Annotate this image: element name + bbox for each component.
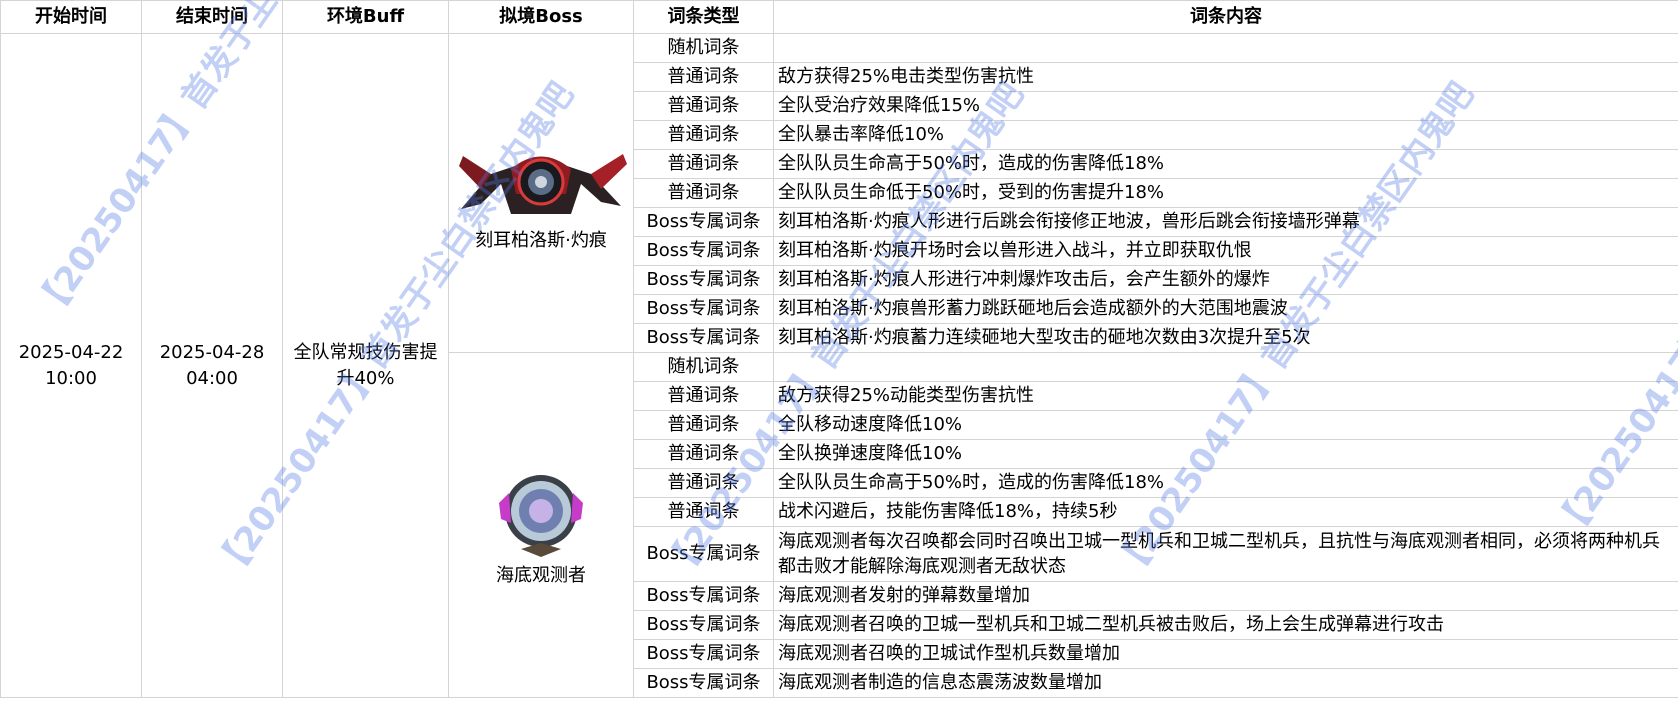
modifier-type: Boss专属词条 xyxy=(633,323,774,353)
header-modifier-content: 词条内容 xyxy=(773,0,1678,34)
header-env-buff: 环境Buff xyxy=(282,0,449,34)
modifier-content xyxy=(773,352,1678,382)
modifier-content: 刻耳柏洛斯·灼痕人形进行后跳会衔接修正地波，兽形后跳会衔接墙形弹幕 xyxy=(773,207,1678,237)
modifier-content: 刻耳柏洛斯·灼痕兽形蓄力跳跃砸地后会造成额外的大范围地震波 xyxy=(773,294,1678,324)
modifier-content: 海底观测者召唤的卫城试作型机兵数量增加 xyxy=(773,639,1678,669)
modifier-type: 普通词条 xyxy=(633,381,774,411)
robot-boss-icon xyxy=(451,134,631,224)
boss-name-1: 刻耳柏洛斯·灼痕 xyxy=(475,230,607,251)
modifier-content: 敌方获得25%电击类型伤害抗性 xyxy=(773,62,1678,92)
modifier-type: 普通词条 xyxy=(633,91,774,121)
modifier-content: 全队换弹速度降低10% xyxy=(773,439,1678,469)
modifier-type: 普通词条 xyxy=(633,62,774,92)
modifier-content: 海底观测者每次召唤都会同时召唤出卫城一型机兵和卫城二型机兵，且抗性与海底观测者相… xyxy=(773,526,1678,582)
header-modifier-type: 词条类型 xyxy=(633,0,774,34)
modifier-type: 普通词条 xyxy=(633,178,774,208)
modifier-type: 普通词条 xyxy=(633,439,774,469)
modifier-table: 开始时间 结束时间 环境Buff 拟境Boss 词条类型 词条内容 2025-0… xyxy=(0,0,1678,698)
header-end-time: 结束时间 xyxy=(141,0,283,34)
modifier-type: Boss专属词条 xyxy=(633,610,774,640)
modifier-content: 全队队员生命高于50%时，造成的伤害降低18% xyxy=(773,149,1678,179)
boss-cell-2: 海底观测者 xyxy=(448,352,634,698)
modifier-content: 刻耳柏洛斯·灼痕人形进行冲刺爆炸攻击后，会产生额外的爆炸 xyxy=(773,265,1678,295)
modifier-content: 战术闪避后，技能伤害降低18%，持续5秒 xyxy=(773,497,1678,527)
modifier-type: Boss专属词条 xyxy=(633,526,774,582)
modifier-content: 全队移动速度降低10% xyxy=(773,410,1678,440)
modifier-content: 海底观测者制造的信息态震荡波数量增加 xyxy=(773,668,1678,698)
modifier-type: Boss专属词条 xyxy=(633,581,774,611)
boss-name-2: 海底观测者 xyxy=(496,565,586,586)
modifier-type: 普通词条 xyxy=(633,468,774,498)
modifier-content: 海底观测者发射的弹幕数量增加 xyxy=(773,581,1678,611)
table-row: 2025-04-22 10:00 2025-04-28 04:00 全队常规技伤… xyxy=(0,33,1678,698)
env-buff-cell: 全队常规技伤害提升40% xyxy=(282,33,449,698)
modifier-type: 普通词条 xyxy=(633,120,774,150)
modifier-content: 全队受治疗效果降低15% xyxy=(773,91,1678,121)
modifier-type: Boss专属词条 xyxy=(633,236,774,266)
modifier-type: Boss专属词条 xyxy=(633,294,774,324)
modifier-content: 敌方获得25%动能类型伤害抗性 xyxy=(773,381,1678,411)
modifier-content: 海底观测者召唤的卫城一型机兵和卫城二型机兵被击败后，场上会生成弹幕进行攻击 xyxy=(773,610,1678,640)
boss-cell-1: 刻耳柏洛斯·灼痕 xyxy=(448,33,634,353)
modifier-type: Boss专属词条 xyxy=(633,639,774,669)
header-boss: 拟境Boss xyxy=(448,0,634,34)
modifier-type: Boss专属词条 xyxy=(633,265,774,295)
modifier-type: Boss专属词条 xyxy=(633,668,774,698)
start-time-cell: 2025-04-22 10:00 xyxy=(0,33,142,698)
modifier-type: 随机词条 xyxy=(633,352,774,382)
modifier-content xyxy=(773,33,1678,63)
modifier-content: 全队暴击率降低10% xyxy=(773,120,1678,150)
modifier-type: 普通词条 xyxy=(633,410,774,440)
modifier-type: 随机词条 xyxy=(633,33,774,63)
modifier-content: 刻耳柏洛斯·灼痕蓄力连续砸地大型攻击的砸地次数由3次提升至5次 xyxy=(773,323,1678,353)
sphere-boss-icon xyxy=(499,475,583,557)
modifier-type: 普通词条 xyxy=(633,497,774,527)
modifier-type: 普通词条 xyxy=(633,149,774,179)
modifier-type: Boss专属词条 xyxy=(633,207,774,237)
header-start-time: 开始时间 xyxy=(0,0,142,34)
modifier-content: 刻耳柏洛斯·灼痕开场时会以兽形进入战斗，并立即获取仇恨 xyxy=(773,236,1678,266)
modifier-content: 全队队员生命高于50%时，造成的伤害降低18% xyxy=(773,468,1678,498)
modifier-content: 全队队员生命低于50%时，受到的伤害提升18% xyxy=(773,178,1678,208)
end-time-cell: 2025-04-28 04:00 xyxy=(141,33,283,698)
header-row: 开始时间 结束时间 环境Buff 拟境Boss 词条类型 词条内容 xyxy=(0,0,1678,34)
